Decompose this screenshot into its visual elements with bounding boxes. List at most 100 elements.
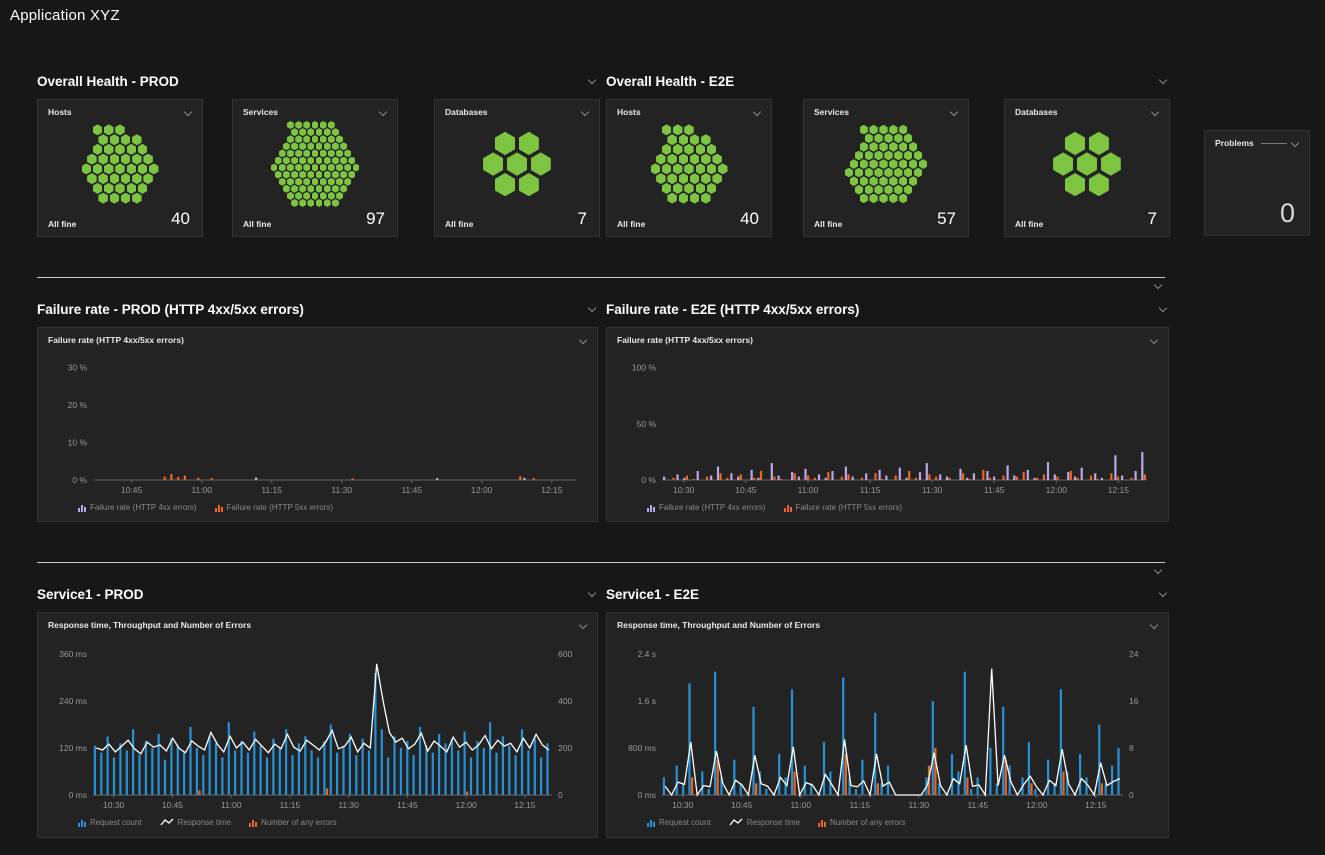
health-hexagon[interactable] — [696, 163, 706, 174]
health-hexagon[interactable] — [283, 171, 290, 179]
health-hexagon[interactable] — [344, 178, 351, 186]
health-hexagon[interactable] — [121, 193, 131, 204]
chevron-down-icon[interactable] — [1148, 620, 1160, 632]
legend-item[interactable]: Number of any errors — [818, 818, 906, 827]
health-hexagon[interactable] — [303, 192, 310, 200]
health-hexagon[interactable] — [291, 199, 298, 207]
legend-item[interactable]: Response time — [729, 818, 800, 827]
chevron-down-icon[interactable] — [1152, 565, 1164, 577]
health-hexagon[interactable] — [127, 163, 137, 174]
health-hexagon[interactable] — [336, 178, 343, 186]
health-hexagon[interactable] — [295, 149, 302, 157]
health-hexagon[interactable] — [307, 171, 314, 179]
health-hexagon[interactable] — [271, 164, 278, 172]
chart-tile-failure-e2e[interactable]: Failure rate (HTTP 4xx/5xx errors) 0 %50… — [606, 327, 1169, 522]
health-hexagon[interactable] — [684, 144, 694, 155]
health-hexagon[interactable] — [909, 142, 917, 152]
legend-item[interactable]: Failure rate (HTTP 5xx errors) — [215, 503, 334, 512]
health-hexagon[interactable] — [860, 142, 868, 152]
health-hexagon[interactable] — [115, 163, 125, 174]
health-hexagon[interactable] — [104, 124, 114, 135]
health-hexagon[interactable] — [291, 157, 298, 165]
legend-item[interactable]: Failure rate (HTTP 4xx errors) — [647, 503, 766, 512]
health-hexagon[interactable] — [684, 163, 694, 174]
health-hexagon[interactable] — [93, 124, 103, 135]
health-hexagon[interactable] — [295, 178, 302, 186]
health-hexagon[interactable] — [115, 144, 125, 155]
health-hexagon[interactable] — [712, 154, 722, 165]
health-hexagon[interactable] — [679, 193, 689, 204]
health-hexagon[interactable] — [679, 173, 689, 184]
health-hexagon[interactable] — [303, 135, 310, 143]
health-hexagon[interactable] — [121, 154, 131, 165]
health-hexagon[interactable] — [667, 193, 677, 204]
health-hexagon[interactable] — [332, 199, 339, 207]
health-hexagon[interactable] — [320, 135, 327, 143]
health-hexagon[interactable] — [884, 151, 892, 161]
health-hexagon[interactable] — [865, 185, 873, 195]
health-hexagon[interactable] — [340, 171, 347, 179]
health-hexagon[interactable] — [132, 134, 142, 145]
health-hexagon[interactable] — [287, 192, 294, 200]
health-hexagon[interactable] — [667, 134, 677, 145]
health-hexagon[interactable] — [850, 159, 858, 169]
health-hexagon[interactable] — [291, 128, 298, 136]
health-hexagon[interactable] — [303, 149, 310, 157]
health-hexagon[interactable] — [307, 157, 314, 165]
health-hexagon[interactable] — [104, 144, 114, 155]
health-hexagon[interactable] — [143, 173, 153, 184]
chevron-down-icon[interactable] — [1157, 588, 1169, 600]
health-hexagon[interactable] — [899, 159, 907, 169]
health-hexagon[interactable] — [667, 173, 677, 184]
health-hexagon[interactable] — [291, 171, 298, 179]
health-hexagon[interactable] — [299, 142, 306, 150]
health-hexagon[interactable] — [307, 185, 314, 193]
health-hexagon[interactable] — [340, 185, 347, 193]
health-hexagon[interactable] — [138, 144, 148, 155]
health-hexagon[interactable] — [287, 149, 294, 157]
health-hexagon[interactable] — [82, 163, 92, 174]
health-hexagon[interactable] — [679, 154, 689, 165]
health-hexagon[interactable] — [127, 183, 137, 194]
health-hexagon[interactable] — [324, 157, 331, 165]
health-hexagon[interactable] — [132, 154, 142, 165]
health-hexagon[interactable] — [909, 176, 917, 186]
health-hexagon[interactable] — [879, 176, 887, 186]
health-hexagon[interactable] — [320, 178, 327, 186]
health-hexagon[interactable] — [115, 124, 125, 135]
health-hexagon[interactable] — [894, 168, 902, 178]
health-hexagon[interactable] — [696, 144, 706, 155]
health-hexagon[interactable] — [328, 149, 335, 157]
health-tile-services-prod[interactable]: Services All fine 97 — [232, 99, 398, 237]
health-hexagon[interactable] — [701, 134, 711, 145]
health-hexagon[interactable] — [707, 183, 717, 194]
health-hexagon[interactable] — [320, 149, 327, 157]
health-hexagon[interactable] — [894, 185, 902, 195]
health-hexagon[interactable] — [855, 168, 863, 178]
health-hexagon[interactable] — [303, 164, 310, 172]
health-hexagon[interactable] — [336, 192, 343, 200]
health-hexagon[interactable] — [275, 157, 282, 165]
health-hexagon[interactable] — [127, 144, 137, 155]
health-hexagon[interactable] — [332, 157, 339, 165]
health-hexagon[interactable] — [651, 163, 661, 174]
health-hexagon[interactable] — [696, 183, 706, 194]
health-hexagon[interactable] — [98, 193, 108, 204]
health-hexagon[interactable] — [316, 199, 323, 207]
health-hexagon[interactable] — [291, 185, 298, 193]
health-hexagon[interactable] — [299, 157, 306, 165]
health-hexagon[interactable] — [662, 124, 672, 135]
health-hexagon[interactable] — [531, 152, 551, 175]
health-hexagon[interactable] — [299, 185, 306, 193]
health-hexagon[interactable] — [299, 171, 306, 179]
health-hexagon[interactable] — [348, 171, 355, 179]
health-hexagon[interactable] — [914, 168, 922, 178]
health-hexagon[interactable] — [332, 142, 339, 150]
health-hexagon[interactable] — [662, 163, 672, 174]
health-hexagon[interactable] — [656, 154, 666, 165]
health-hexagon[interactable] — [1065, 132, 1085, 155]
health-hexagon[interactable] — [879, 194, 887, 204]
health-hexagon[interactable] — [690, 134, 700, 145]
health-hexagon[interactable] — [295, 164, 302, 172]
health-hexagon[interactable] — [115, 183, 125, 194]
